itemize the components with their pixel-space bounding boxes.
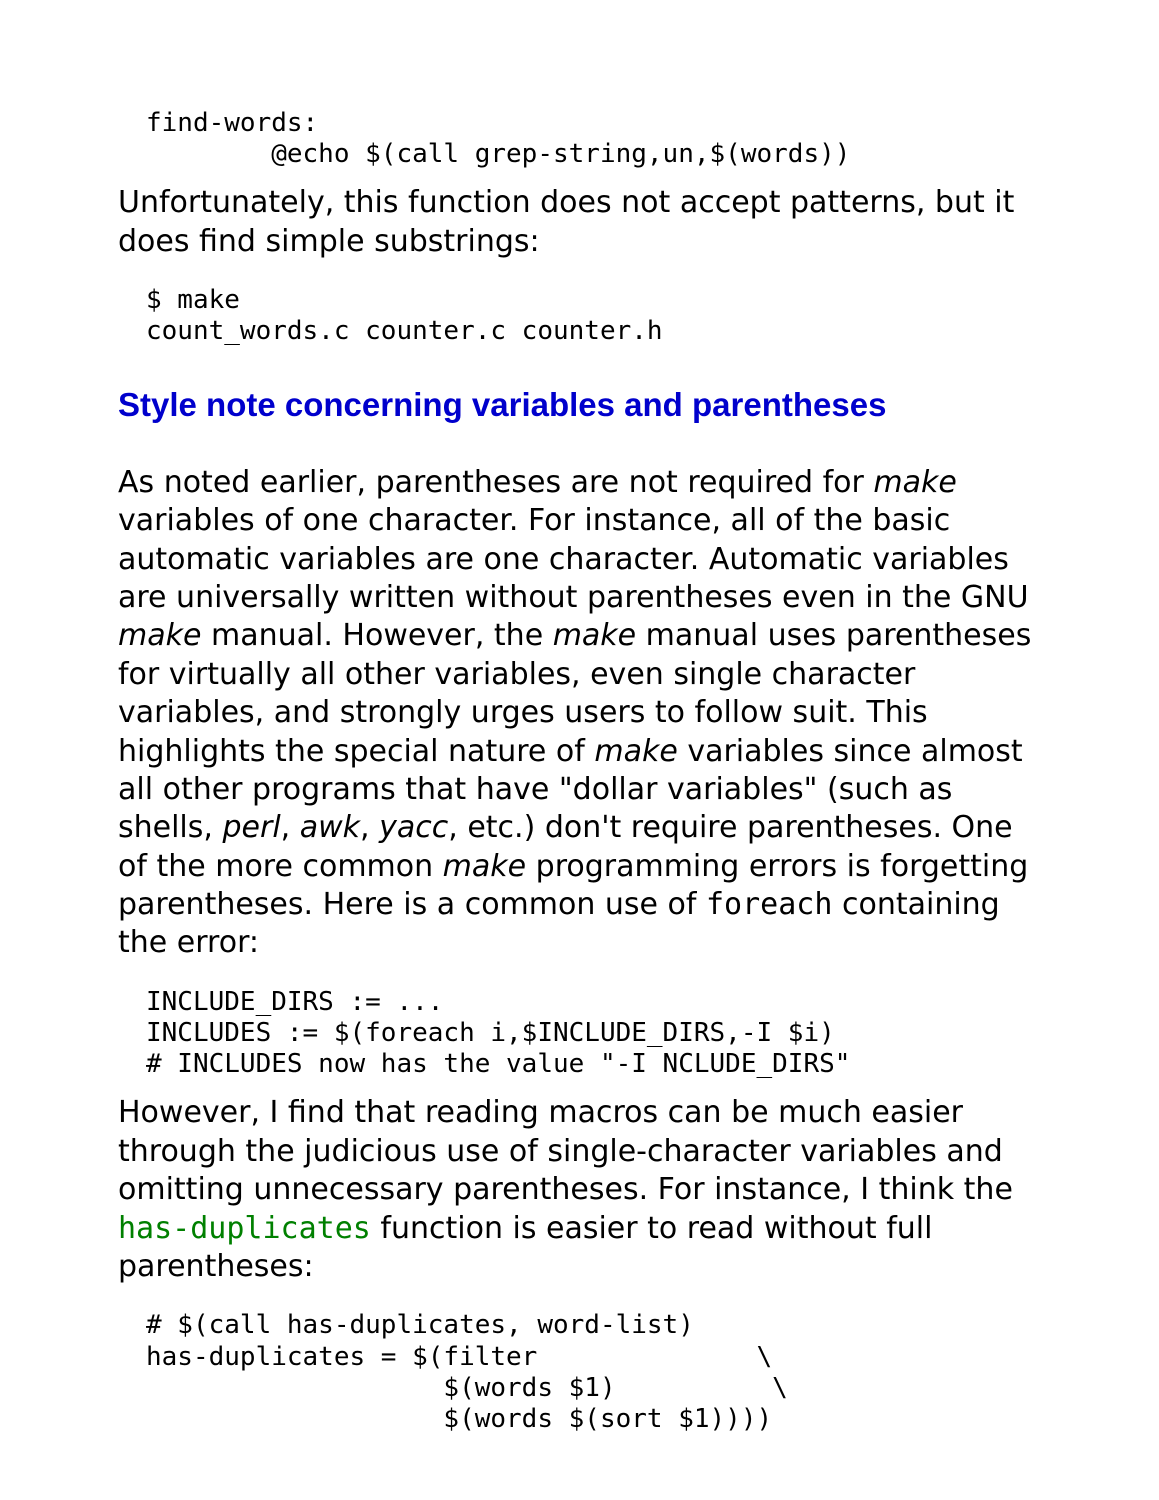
emphasis-make: make xyxy=(553,618,636,653)
emphasis-awk: awk xyxy=(300,810,360,845)
emphasis-perl: perl xyxy=(222,810,280,845)
code-block-include-dirs: INCLUDE_DIRS := ... INCLUDES := $(foreac… xyxy=(118,987,1041,1081)
text-run: As noted earlier, parentheses are not re… xyxy=(118,465,873,500)
paragraph-style-note: As noted earlier, parentheses are not re… xyxy=(118,464,1041,963)
code-block-make-output: $ make count_words.c counter.c counter.h xyxy=(118,285,1041,347)
code-block-find-words: find-words: @echo $(call grep-string,un,… xyxy=(118,108,1041,170)
text-run: , xyxy=(281,810,300,845)
paragraph-however: However, I find that reading macros can … xyxy=(118,1094,1041,1286)
link-has-duplicates[interactable]: has-duplicates xyxy=(118,1211,371,1246)
paragraph-intro: Unfortunately, this function does not ac… xyxy=(118,184,1041,261)
code-inline-foreach: foreach xyxy=(706,887,832,922)
text-run: variables of one character. For instance… xyxy=(118,503,1029,615)
text-run: manual. However, the xyxy=(201,618,552,653)
section-heading: Style note concerning variables and pare… xyxy=(118,384,1041,426)
text-run: , xyxy=(360,810,379,845)
emphasis-make: make xyxy=(443,849,526,884)
emphasis-yacc: yacc xyxy=(379,810,448,845)
emphasis-make: make xyxy=(594,734,677,769)
text-run: However, I find that reading macros can … xyxy=(118,1095,1013,1207)
emphasis-make: make xyxy=(118,618,201,653)
code-block-has-duplicates: # $(call has-duplicates, word-list) has-… xyxy=(118,1310,1041,1435)
emphasis-make: make xyxy=(873,465,956,500)
